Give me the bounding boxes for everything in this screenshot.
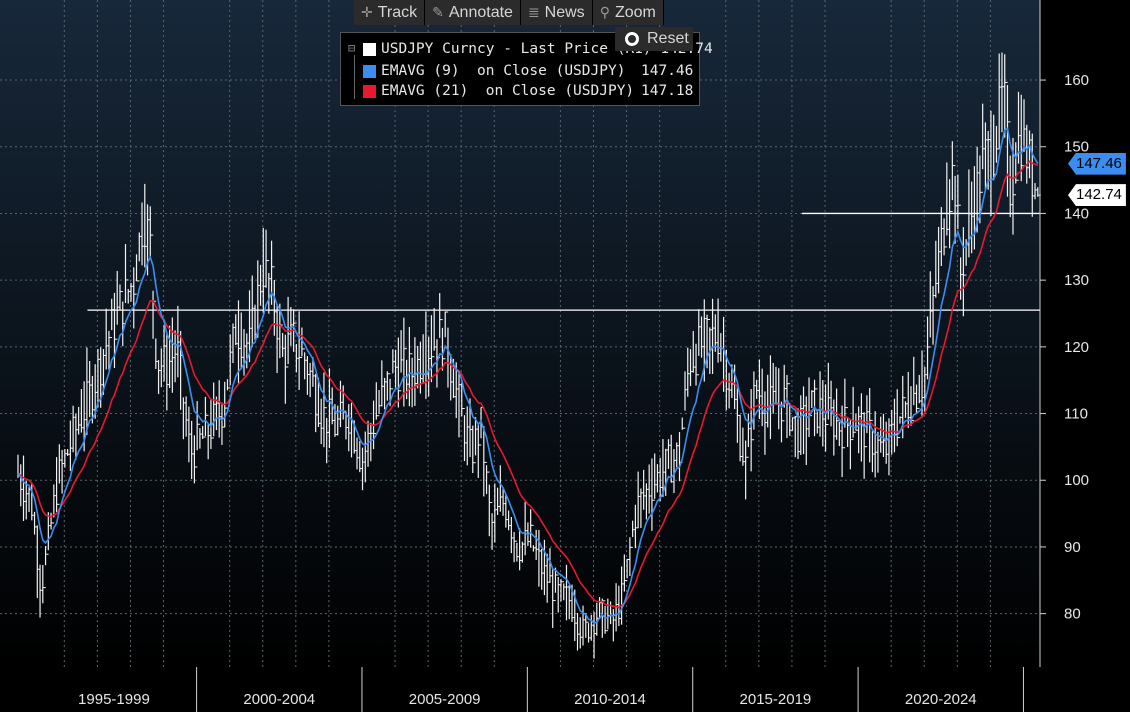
y-tick-label: 160 <box>1064 72 1089 89</box>
reset-button[interactable]: Reset <box>615 27 693 51</box>
zoom-button[interactable]: ⚲ Zoom <box>592 0 664 25</box>
y-tick-label: 100 <box>1064 472 1089 489</box>
track-button[interactable]: ✛ Track <box>354 0 426 25</box>
last-price-value: 142.74 <box>1076 186 1122 204</box>
usdjpy-chart[interactable]: 8090100110120130140150160 1995-1999 2000-… <box>0 0 1130 712</box>
zoom-label: Zoom <box>614 3 656 21</box>
legend-value: 147.46 <box>641 63 694 79</box>
legend-item-ema9[interactable]: EMAVG (9) on Close (USDJPY) 147.46 <box>363 61 697 81</box>
legend-swatch-ema21 <box>363 84 376 98</box>
y-tick-label: 140 <box>1064 205 1089 222</box>
x-period-label: 2010-2014 <box>574 691 646 708</box>
ema9-value: 147.46 <box>1076 154 1122 172</box>
reset-icon <box>625 32 639 46</box>
legend-item-ema21[interactable]: EMAVG (21) on Close (USDJPY) 147.18 <box>363 81 697 101</box>
legend-tree-line <box>354 55 355 99</box>
chart-toolbar: ✛ Track ✎ Annotate ≣ News ⚲ Zoom <box>354 0 664 25</box>
y-tick-label: 120 <box>1064 339 1089 356</box>
annotate-button[interactable]: ✎ Annotate <box>425 0 521 25</box>
reset-label: Reset <box>647 30 689 47</box>
news-label: News <box>544 3 585 21</box>
legend-value: 147.18 <box>641 83 694 99</box>
legend-label: EMAVG (21) on Close (USDJPY) <box>381 83 635 99</box>
x-period-label: 2015-2019 <box>740 691 812 708</box>
legend-swatch-ema9 <box>363 64 376 78</box>
collapse-icon[interactable]: ⊟ <box>348 41 355 55</box>
ema9-value-tag: 147.46 <box>1068 152 1126 175</box>
magnifier-icon: ⚲ <box>599 4 610 20</box>
pencil-icon: ✎ <box>432 4 444 20</box>
track-label: Track <box>377 3 418 21</box>
news-button[interactable]: ≣ News <box>520 0 593 25</box>
y-tick-label: 90 <box>1064 539 1081 556</box>
x-period-label: 2000-2004 <box>243 691 315 708</box>
legend-label: EMAVG (9) on Close (USDJPY) <box>381 63 626 79</box>
annotate-label: Annotate <box>448 3 513 21</box>
crosshair-icon: ✛ <box>361 4 373 20</box>
news-icon: ≣ <box>527 4 540 20</box>
x-period-label: 2005-2009 <box>409 691 481 708</box>
y-tick-label: 110 <box>1064 406 1088 423</box>
legend-swatch-price <box>363 42 376 56</box>
y-tick-label: 80 <box>1064 606 1081 623</box>
last-price-tag: 142.74 <box>1068 184 1126 207</box>
x-period-label: 1995-1999 <box>78 691 150 708</box>
y-tick-label: 130 <box>1064 272 1089 289</box>
x-period-label: 2020-2024 <box>905 691 977 708</box>
